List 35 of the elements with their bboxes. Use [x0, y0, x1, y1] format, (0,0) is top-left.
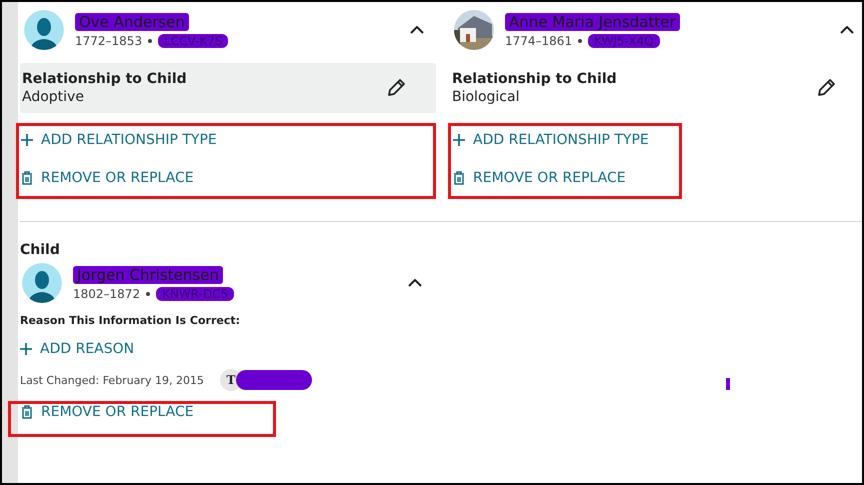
- edit-icon[interactable]: [816, 78, 836, 98]
- caret-icon[interactable]: [410, 26, 424, 34]
- lifespan: 1802–1872: [73, 286, 140, 300]
- relationship-label: Relationship to Child: [452, 71, 617, 87]
- redaction-mark: [726, 378, 730, 390]
- trash-icon: [21, 405, 33, 419]
- add-relationship-type-link[interactable]: ADD RELATIONSHIP TYPE: [453, 132, 649, 148]
- trash-icon: [21, 171, 33, 185]
- separator-dot-icon: [578, 38, 582, 42]
- relationship-value: Biological: [452, 89, 520, 105]
- remove-or-replace-link[interactable]: REMOVE OR REPLACE: [453, 170, 626, 186]
- edit-icon[interactable]: [386, 78, 406, 98]
- caret-icon[interactable]: [408, 279, 422, 287]
- person-avatar-icon: [22, 263, 62, 303]
- section-heading: Child: [20, 242, 61, 258]
- remove-or-replace-link[interactable]: REMOVE OR REPLACE: [21, 404, 194, 420]
- add-relationship-type-link[interactable]: ADD RELATIONSHIP TYPE: [21, 132, 217, 148]
- relationship-panel[interactable]: Relationship to Child Biological: [450, 63, 862, 113]
- separator-dot-icon: [146, 292, 150, 296]
- plus-icon: [21, 133, 33, 147]
- separator-dot-icon: [148, 38, 152, 42]
- last-changed-text: Last Changed: February 19, 2015: [20, 374, 204, 386]
- relationship-panel[interactable]: Relationship to Child Adoptive: [20, 63, 436, 113]
- caret-icon[interactable]: [840, 26, 854, 34]
- lifespan: 1774–1861: [505, 34, 572, 48]
- relationship-value: Adoptive: [22, 89, 85, 105]
- reason-label: Reason This Information Is Correct:: [20, 314, 242, 327]
- add-reason-link[interactable]: ADD REASON: [20, 341, 134, 357]
- plus-icon: [20, 342, 32, 356]
- relationship-label: Relationship to Child: [22, 71, 187, 87]
- remove-or-replace-link[interactable]: REMOVE OR REPLACE: [21, 170, 194, 186]
- trash-icon: [453, 171, 465, 185]
- plus-icon: [453, 133, 465, 147]
- person-avatar-icon: [24, 10, 64, 50]
- lifespan: 1772–1853: [75, 34, 142, 48]
